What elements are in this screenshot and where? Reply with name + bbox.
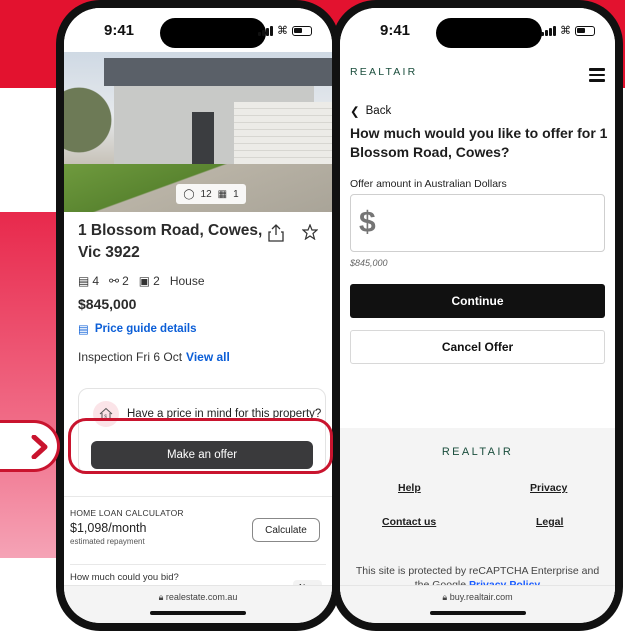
bath-count: 2 bbox=[122, 274, 129, 288]
chevron-right-icon bbox=[31, 435, 48, 459]
menu-icon[interactable] bbox=[589, 68, 605, 85]
document-icon: ▤ bbox=[78, 324, 89, 336]
property-address: 1 Blossom Road, Cowes, Vic 3922 bbox=[78, 222, 263, 261]
realtair-logo[interactable]: REALTAIR bbox=[350, 66, 417, 78]
realtair-header: REALTAIR bbox=[340, 52, 615, 92]
loan-calculator-label: HOME LOAN CALCULATOR bbox=[70, 508, 184, 518]
continue-button[interactable]: Continue bbox=[350, 284, 605, 318]
url-value: buy.realtair.com bbox=[449, 592, 513, 602]
dynamic-island bbox=[436, 18, 542, 48]
url-bar[interactable]: 🔒︎ buy.realtair.com bbox=[340, 585, 615, 623]
screen-realtair: 9:41 ⌘ REALTAIR ❮ Back How much would yo… bbox=[340, 8, 615, 623]
amount-label: Offer amount in Australian Dollars bbox=[350, 178, 507, 190]
status-time: 9:41 bbox=[104, 22, 135, 39]
amount-hint: $845,000 bbox=[350, 258, 388, 268]
listing-details: 1 Blossom Road, Cowes, Vic 3922 ▤ 4 ⚯ 2 ▣ 2… bbox=[78, 220, 319, 364]
car-icon: ▣ bbox=[138, 274, 151, 288]
inspection-text: Inspection Fri 6 Oct bbox=[78, 350, 183, 364]
property-features: ▤ 4 ⚯ 2 ▣ 2 House bbox=[78, 274, 318, 288]
phone-realtair: 9:41 ⌘ REALTAIR ❮ Back How much would yo… bbox=[332, 0, 623, 631]
price-guide-label: Price guide details bbox=[94, 323, 197, 335]
divider bbox=[70, 564, 326, 565]
bid-question[interactable]: How much could you bid? bbox=[70, 572, 179, 583]
photo-count-badge[interactable]: ◯ 12 ▦ 1 bbox=[176, 184, 246, 204]
status-icons: ⌘ bbox=[541, 24, 595, 37]
bath-icon: ⚯ bbox=[109, 274, 120, 288]
divider bbox=[64, 496, 332, 497]
legal-link[interactable]: Legal bbox=[536, 516, 563, 528]
floorplan-count: 1 bbox=[233, 188, 239, 200]
lock-icon: 🔒︎ bbox=[158, 592, 166, 602]
price-guide-link[interactable]: ▤ Price guide details bbox=[78, 322, 318, 336]
highlight-outline bbox=[68, 418, 333, 474]
offer-question-title: How much would you like to offer for 1 B… bbox=[350, 125, 608, 160]
home-indicator bbox=[429, 611, 526, 615]
property-type: House bbox=[169, 274, 205, 288]
status-time: 9:41 bbox=[380, 22, 411, 39]
bed-count: 4 bbox=[92, 274, 100, 288]
status-icons: ⌘ bbox=[258, 24, 312, 37]
share-icon[interactable] bbox=[268, 224, 284, 247]
url-text: 🔒︎ buy.realtair.com bbox=[340, 592, 615, 603]
chevron-left-icon: ❮ bbox=[350, 106, 360, 118]
photo-count: 12 bbox=[200, 188, 212, 200]
contact-link[interactable]: Contact us bbox=[382, 516, 436, 528]
footer: REALTAIR Help Privacy Contact us Legal T… bbox=[340, 428, 615, 603]
url-bar[interactable]: 🔒︎ realestate.com.au bbox=[64, 585, 332, 623]
offer-amount-input[interactable] bbox=[350, 194, 605, 252]
phone-realestate: 9:41 ⌘ ◯ 12 ▦ 1 1 Blossom Road, Cowes, V… bbox=[56, 0, 340, 631]
star-icon[interactable] bbox=[301, 223, 319, 245]
view-all-link[interactable]: View all bbox=[186, 350, 230, 364]
status-bar: 9:41 ⌘ bbox=[64, 8, 332, 52]
cancel-offer-button[interactable]: Cancel Offer bbox=[350, 330, 605, 364]
url-text: 🔒︎ realestate.com.au bbox=[64, 592, 332, 603]
property-price: $845,000 bbox=[78, 296, 137, 312]
floorplan-icon: ▦ bbox=[217, 188, 228, 200]
back-link[interactable]: ❮ Back bbox=[350, 104, 391, 118]
footer-logo[interactable]: REALTAIR bbox=[340, 446, 615, 458]
signal-icon bbox=[258, 25, 273, 36]
camera-icon: ◯ bbox=[183, 188, 195, 200]
car-count: 2 bbox=[153, 274, 160, 288]
privacy-link[interactable]: Privacy bbox=[530, 482, 567, 494]
wifi-icon: ⌘ bbox=[560, 25, 571, 37]
loan-period: /month bbox=[108, 521, 147, 535]
arrow-callout bbox=[0, 420, 60, 472]
help-link[interactable]: Help bbox=[398, 482, 421, 494]
battery-icon bbox=[575, 25, 595, 36]
status-bar: 9:41 ⌘ bbox=[340, 8, 615, 52]
loan-amount-value: $1,098 bbox=[70, 521, 109, 535]
battery-icon bbox=[292, 25, 312, 36]
bed-icon: ▤ bbox=[78, 274, 90, 288]
lock-icon: 🔒︎ bbox=[442, 592, 450, 602]
screen-realestate: 9:41 ⌘ ◯ 12 ▦ 1 1 Blossom Road, Cowes, V… bbox=[64, 8, 332, 623]
home-indicator bbox=[150, 611, 246, 615]
dynamic-island bbox=[160, 18, 266, 48]
inspection-row: Inspection Fri 6 Oct View all bbox=[78, 350, 318, 364]
home-loan-calculator: HOME LOAN CALCULATOR $1,098/month estima… bbox=[70, 508, 326, 546]
wifi-icon: ⌘ bbox=[277, 25, 288, 37]
signal-icon bbox=[541, 25, 556, 36]
calculate-button[interactable]: Calculate bbox=[252, 518, 320, 542]
url-value: realestate.com.au bbox=[165, 592, 238, 602]
back-label: Back bbox=[365, 105, 392, 117]
